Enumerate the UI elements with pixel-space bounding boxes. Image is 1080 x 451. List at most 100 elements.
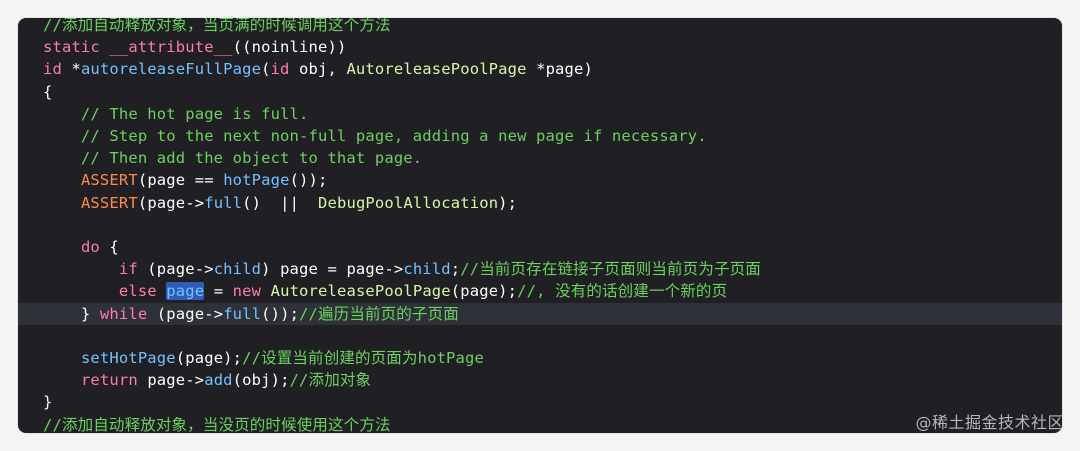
code-line[interactable]: else page = new AutoreleasePoolPage(page… [18,280,1062,302]
code-line[interactable]: static __attribute__((noinline)) [18,36,1062,58]
code-line[interactable]: id *autoreleaseFullPage(id obj, Autorele… [18,58,1062,80]
code-line-text: id *autoreleaseFullPage(id obj, Autorele… [43,58,593,80]
code-token: ( [261,60,271,79]
code-line[interactable]: return page->add(obj);//添加对象 [18,369,1062,391]
code-token: } [43,304,100,323]
code-token: ()); [261,304,300,323]
code-line-text: return page->add(obj);//添加对象 [43,369,371,391]
code-token: //当前页存在链接子页面则当前页为子页面 [460,260,761,279]
code-line-text: //添加自动释放对象，当页满的时候调用这个方法 [43,18,391,36]
code-token: ASSERT [80,193,138,212]
code-token: AutoreleasePoolPage [346,60,527,79]
code-token: autoreleaseFullPage [80,60,262,79]
watermark-text: @稀土掘金技术社区 [915,413,1064,432]
code-token: while [99,304,148,323]
code-token: (page); [175,349,243,367]
code-token: ); [498,193,518,212]
code-token: add [204,371,233,390]
code-line[interactable]: ASSERT(page == hotPage()); [18,169,1062,191]
code-token: ((noinline)) [232,38,347,57]
code-line[interactable]: } [18,391,1062,413]
code-token: = [204,282,233,301]
code-line-text: // Then add the object to that page. [43,147,422,169]
code-line-text: //添加自动释放对象，当没页的时候使用这个方法 [43,414,391,433]
code-line-text: do { [43,236,119,258]
code-line[interactable]: { [18,81,1062,103]
code-token: (page-> [137,260,214,279]
code-line-text: setHotPage(page);//设置当前创建的页面为hotPage [43,347,484,369]
code-token: //添加对象 [289,371,372,390]
code-token: //, 没有的话创建一个新的页 [517,282,728,301]
code-token: } [43,393,53,412]
code-line-text: } while (page->full());//遍历当前页的子页面 [43,303,459,325]
code-line[interactable]: setHotPage(page);//设置当前创建的页面为hotPage [18,347,1062,369]
code-token: // Step to the next non-full page, addin… [43,127,707,145]
code-line-text: static __attribute__((noinline)) [43,36,346,58]
code-line-active[interactable]: } while (page->full());//遍历当前页的子页面 [18,302,1062,325]
code-token: id [43,60,62,79]
code-token: page-> [137,371,205,390]
code-line[interactable]: if (page->child) page = page->child;//当前… [18,258,1062,280]
code-token: full [204,193,243,212]
code-token: { [43,82,53,101]
code-token: do [80,238,100,256]
code-token: ASSERT [80,171,138,190]
code-line[interactable]: // Then add the object to that page. [18,147,1062,169]
code-token: static [43,38,110,57]
code-token: AutoreleasePoolPage [270,282,451,301]
code-line[interactable]: // The hot page is full. [18,103,1062,125]
code-line[interactable]: // Step to the next non-full page, addin… [18,125,1062,147]
code-token: //遍历当前页的子页面 [299,304,459,323]
code-token: // Then add the object to that page. [43,149,423,168]
code-line-text: else page = new AutoreleasePoolPage(page… [43,280,727,302]
code-token: // The hot page is full. [43,104,309,123]
code-token: hotPage [223,171,290,190]
code-token: ) page = page-> [261,260,404,279]
code-token: //设置当前创建的页面为hotPage [242,349,484,367]
code-token: (page-> [147,304,224,323]
screenshot-root: //添加自动释放对象，当页满的时候调用这个方法 static __attribut… [0,0,1080,451]
code-editor[interactable]: //添加自动释放对象，当页满的时候调用这个方法 static __attribut… [18,18,1062,433]
code-token: //添加自动释放对象，当没页的时候使用这个方法 [43,415,391,433]
code-token: child [213,260,262,279]
code-token: (page); [450,282,518,301]
code-token: obj, [289,60,347,79]
code-token: * [61,60,81,79]
code-token: *page) [526,60,593,79]
code-token: () || [242,193,319,212]
code-line[interactable]: do { [18,236,1062,258]
code-line-text: ASSERT(page == hotPage()); [43,169,328,191]
code-token: __attribute__ [109,38,233,57]
code-token: setHotPage [80,349,176,367]
code-token: return [80,371,138,390]
code-line[interactable] [18,325,1062,347]
code-line-text: { [43,81,52,103]
code-token: (obj); [232,371,290,390]
code-line-text: ASSERT(page->full() || DebugPoolAllocati… [43,192,517,214]
code-token: full [223,304,262,323]
code-token: (page-> [137,193,205,212]
code-area[interactable]: //添加自动释放对象，当页满的时候调用这个方法 static __attribut… [18,18,1062,433]
code-line[interactable] [18,214,1062,236]
code-line-text: } [43,391,52,413]
code-token: ()); [289,171,328,190]
code-line[interactable]: ASSERT(page->full() || DebugPoolAllocati… [18,192,1062,214]
code-token: if [118,260,138,279]
code-line[interactable]: //添加自动释放对象，当页满的时候调用这个方法 [18,18,1062,36]
code-token: (page == [137,171,224,190]
code-line-text: // The hot page is full. [43,103,309,125]
code-token: //添加自动释放对象，当页满的时候调用这个方法 [43,18,391,34]
code-line[interactable]: //添加自动释放对象，当没页的时候使用这个方法 [18,414,1062,433]
code-token: { [99,238,119,256]
code-token: ; [450,260,461,279]
selected-token: page [166,282,205,301]
code-token: child [403,260,451,279]
